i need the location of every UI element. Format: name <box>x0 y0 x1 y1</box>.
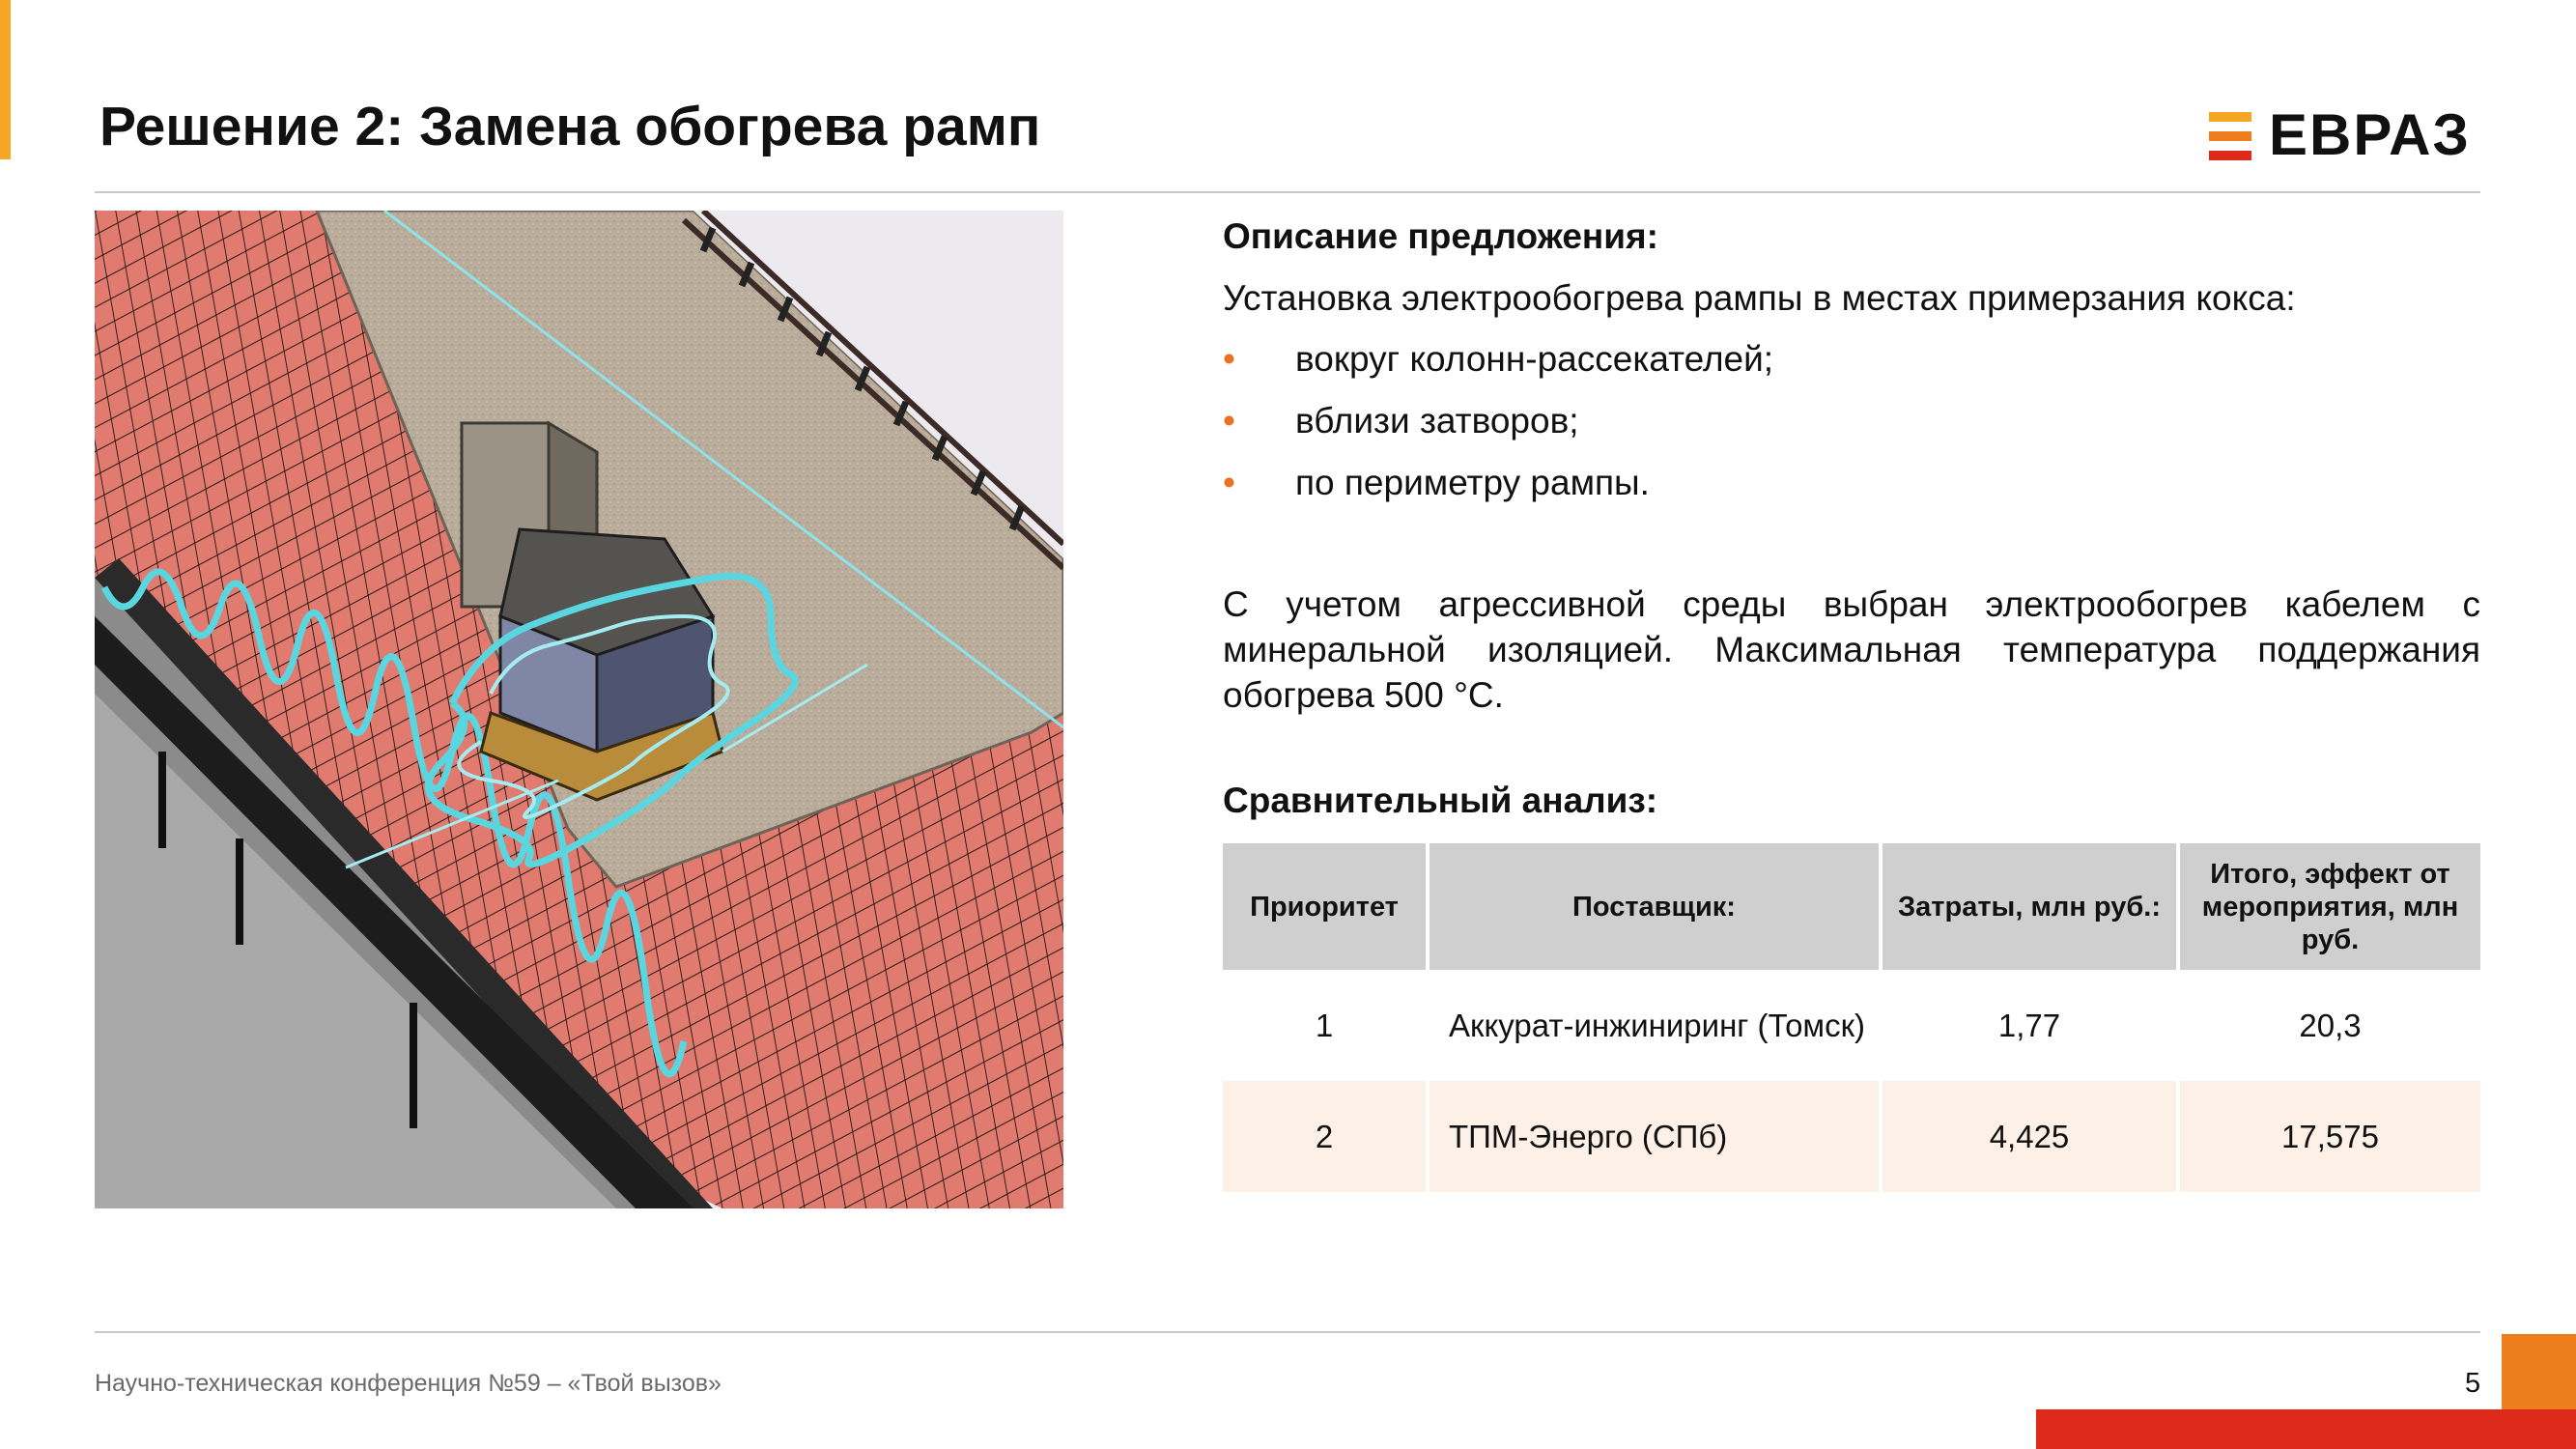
table-header-row: Приоритет Поставщик: Затраты, млн руб.: … <box>1223 843 2480 970</box>
bullet-icon: • <box>1223 339 1235 379</box>
corner-orange-block <box>2502 1334 2576 1409</box>
corner-red-bar <box>2036 1409 2576 1449</box>
cell-effect: 17,575 <box>2176 1081 2480 1192</box>
footer-text: Научно-техническая конференция №59 – «Тв… <box>95 1370 722 1397</box>
column-header-effect: Итого, эффект от мероприятия, млн руб. <box>2176 843 2480 970</box>
description-intro: Установка электрообогрева рампы в местах… <box>1223 278 2296 318</box>
cell-supplier: Аккурат-инжиниринг (Томск) <box>1426 970 1881 1081</box>
page-number: 5 <box>2465 1368 2481 1399</box>
list-item: • вблизи затворов; <box>1223 401 1579 440</box>
cell-priority: 1 <box>1315 1007 1334 1043</box>
description-heading: Описание предложения: <box>1223 216 1658 256</box>
cell-effect: 20,3 <box>2176 970 2480 1081</box>
footer-divider <box>95 1331 2480 1333</box>
description-paragraph: С учетом агрессивной среды выбран электр… <box>1223 584 2480 715</box>
left-accent-bar <box>0 0 11 159</box>
column-header-priority: Приоритет <box>1223 843 1428 970</box>
table-row: 2 ТПМ-Энерго (СПб) 4,425 17,575 <box>1223 1081 2480 1192</box>
comparison-table: Приоритет Поставщик: Затраты, млн руб.: … <box>1223 843 2480 1192</box>
slide-title: Решение 2: Замена обогрева рамп <box>99 96 1041 157</box>
header-divider <box>95 191 2480 193</box>
logo-bars-icon <box>2209 112 2251 160</box>
cell-costs: 1,77 <box>1879 970 2178 1081</box>
table-row: 1 Аккурат-инжиниринг (Томск) 1,77 20,3 <box>1223 970 2480 1081</box>
column-header-costs: Затраты, млн руб.: <box>1879 843 2178 970</box>
list-item: • по периметру рампы. <box>1223 463 1650 502</box>
logo-text: ЕВРАЗ <box>2269 102 2472 167</box>
bullet-icon: • <box>1223 401 1235 440</box>
comparison-heading: Сравнительный анализ: <box>1223 781 1658 820</box>
column-header-supplier: Поставщик: <box>1426 843 1881 970</box>
cell-costs: 4,425 <box>1879 1081 2178 1192</box>
cell-priority: 2 <box>1223 1081 1428 1192</box>
ramp-heating-render <box>95 211 1063 1208</box>
cell-supplier: ТПМ-Энерго (СПб) <box>1426 1081 1881 1192</box>
evraz-logo: ЕВРАЗ <box>2209 104 2479 166</box>
bullet-icon: • <box>1223 463 1235 502</box>
list-item: • вокруг колонн-рассекателей; <box>1223 339 1774 379</box>
description-bullets: • вокруг колонн-рассекателей; • вблизи зат… <box>1223 338 1773 524</box>
